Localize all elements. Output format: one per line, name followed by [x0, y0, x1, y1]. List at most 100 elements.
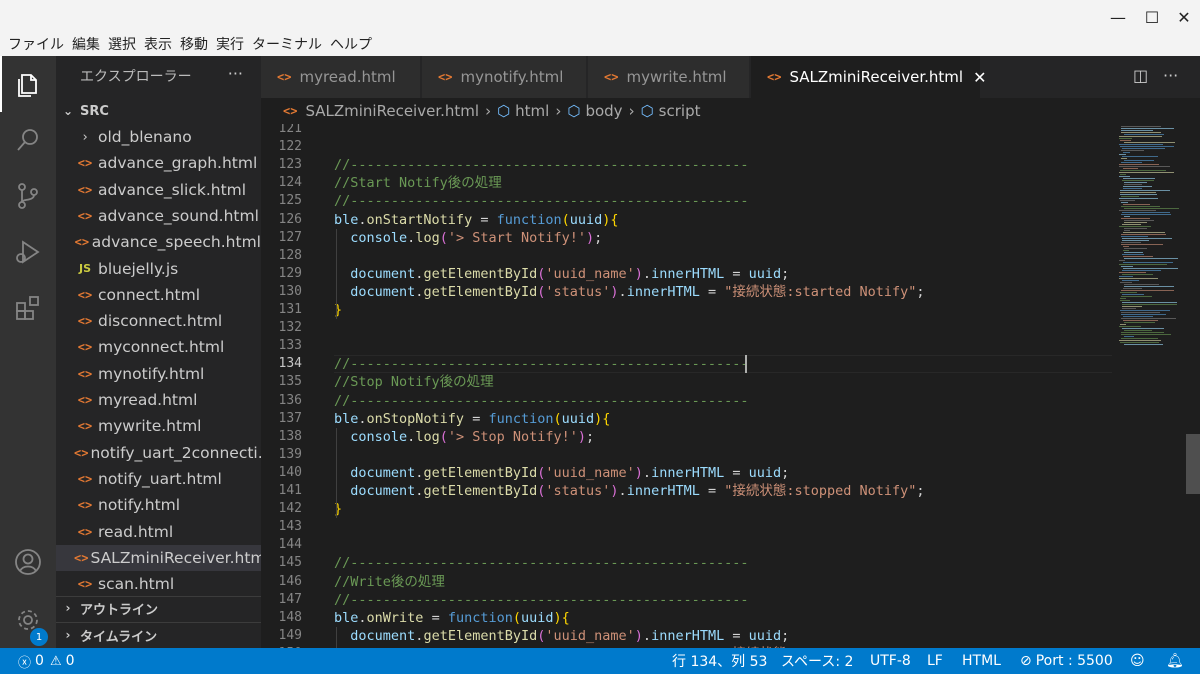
minimap-line	[1124, 284, 1159, 285]
code-token: getElementById	[423, 483, 538, 499]
menu-run[interactable]: 実行	[212, 34, 248, 56]
file-item[interactable]: <> myread.html	[56, 387, 261, 413]
js-file-icon: JS	[78, 262, 91, 275]
file-item[interactable]: <> read.html	[56, 519, 261, 545]
file-item[interactable]: <> mywrite.html	[56, 413, 261, 439]
html-file-icon: <>	[77, 498, 93, 513]
file-item[interactable]: <> advance_slick.html	[56, 177, 261, 203]
html-file-icon: <>	[77, 287, 93, 302]
minimap[interactable]	[1117, 124, 1187, 364]
maximize-button[interactable]: ☐	[1140, 6, 1164, 28]
minimap-line	[1120, 298, 1126, 299]
file-item[interactable]: <> SALZminiReceiver.html	[56, 544, 261, 571]
tab-myread[interactable]: <> myread.html	[261, 56, 421, 98]
minimap-line	[1120, 170, 1166, 171]
minimap-line	[1124, 230, 1130, 231]
file-item[interactable]: <> connect.html	[56, 282, 261, 308]
line-number: 146	[278, 573, 302, 589]
breadcrumb-body[interactable]: body	[585, 102, 622, 120]
breadcrumb-html[interactable]: html	[515, 102, 549, 120]
html-file-icon: <>	[77, 366, 93, 381]
outline-section-header[interactable]: › アウトライン	[56, 597, 261, 619]
tab-salzminireceiver[interactable]: <> SALZminiReceiver.html ✕	[751, 56, 986, 98]
file-item[interactable]: JS bluejelly.js	[56, 256, 261, 282]
manage-button[interactable]: 1	[0, 592, 56, 648]
tab-mywrite[interactable]: <> mywrite.html	[588, 56, 750, 98]
menu-selection[interactable]: 選択	[104, 34, 140, 56]
code-token: innerHTML	[651, 265, 725, 282]
close-tab-icon[interactable]: ✕	[973, 68, 986, 87]
minimap-line	[1120, 324, 1126, 325]
minimap-line	[1121, 314, 1166, 315]
breadcrumb-script[interactable]: script	[659, 102, 701, 120]
tab-label: mynotify.html	[460, 68, 564, 86]
breadcrumb-file[interactable]: SALZminiReceiver.html	[305, 102, 479, 120]
file-item[interactable]: <> mynotify.html	[56, 361, 261, 387]
menu-view[interactable]: 表示	[140, 34, 176, 56]
code-token: innerHTML	[651, 464, 725, 481]
minimap-line	[1124, 220, 1154, 221]
file-item[interactable]: <> disconnect.html	[56, 308, 261, 334]
line-number: 133	[278, 338, 302, 354]
html-file-icon: <>	[77, 182, 93, 197]
minimize-button[interactable]: —	[1106, 6, 1130, 28]
account-button[interactable]	[0, 534, 56, 590]
code-editor[interactable]: 121 122 123 124 125 126 127 128 129 130 131 132 133 1…	[261, 124, 1200, 648]
minimap-line	[1122, 240, 1149, 241]
menu-file[interactable]: ファイル	[4, 34, 68, 56]
file-item[interactable]: <> myconnect.html	[56, 334, 261, 360]
html-file-icon: <>	[77, 419, 93, 434]
source-control-button[interactable]	[0, 168, 56, 224]
minimap-line	[1121, 234, 1166, 235]
minimap-line	[1123, 256, 1153, 257]
language-mode[interactable]: HTML	[962, 648, 1001, 674]
folder-src-header[interactable]: ⌄ SRC	[56, 100, 261, 122]
file-item[interactable]: <> notify_uart.html	[56, 466, 261, 492]
search-button[interactable]	[0, 112, 56, 168]
code-token: uuid	[561, 410, 595, 427]
vertical-scrollbar[interactable]	[1186, 124, 1200, 648]
html-file-icon: <>	[74, 445, 89, 460]
minimap-line	[1124, 322, 1155, 323]
file-name: advance_graph.html	[98, 154, 258, 173]
feedback-button[interactable]: ☺	[1130, 648, 1145, 674]
file-item[interactable]: <> scan.html	[56, 571, 261, 597]
cursor-position[interactable]: 行 134、列 53	[672, 648, 767, 674]
file-name: mynotify.html	[98, 364, 205, 383]
more-actions-icon[interactable]: ···	[1163, 66, 1178, 85]
indentation[interactable]: スペース: 2	[781, 648, 853, 674]
minimap-line	[1123, 232, 1165, 233]
code-token: .	[358, 609, 367, 626]
code-token: getElementById	[423, 464, 538, 481]
chevron-down-icon: ⌄	[62, 104, 74, 118]
menu-edit[interactable]: 編集	[68, 34, 104, 56]
code-token: =	[464, 410, 489, 427]
split-editor-icon[interactable]: ◫	[1133, 66, 1148, 85]
explorer-button[interactable]	[0, 56, 56, 112]
html-file-icon: <>	[74, 235, 90, 250]
file-item[interactable]: <> notify.html	[56, 492, 261, 518]
menu-terminal[interactable]: ターミナル	[248, 34, 326, 56]
scrollbar-thumb[interactable]	[1186, 434, 1200, 494]
more-actions-icon[interactable]: ···	[228, 64, 243, 83]
tab-mynotify[interactable]: <> mynotify.html	[422, 56, 587, 98]
problems-indicator[interactable]: ⓧ 0 ⚠ 0	[18, 648, 75, 674]
file-item[interactable]: <> advance_speech.html	[56, 229, 261, 255]
file-item[interactable]: › old_blenano	[56, 124, 261, 150]
file-item[interactable]: <> advance_graph.html	[56, 150, 261, 176]
close-window-button[interactable]: ✕	[1172, 6, 1196, 28]
menu-go[interactable]: 移動	[176, 34, 212, 56]
notifications-button[interactable]: 🔔︎	[1166, 648, 1184, 674]
code-token: 'uuid_name'	[545, 265, 635, 282]
code-token: =	[472, 211, 497, 228]
file-item[interactable]: <> advance_sound.html	[56, 203, 261, 229]
minimap-line	[1119, 136, 1162, 137]
file-item[interactable]: <> notify_uart_2connecti...	[56, 440, 261, 466]
timeline-section-header[interactable]: › タイムライン	[56, 624, 261, 646]
encoding[interactable]: UTF-8	[870, 648, 911, 674]
extensions-button[interactable]	[0, 280, 56, 336]
menu-help[interactable]: ヘルプ	[326, 34, 376, 56]
run-debug-button[interactable]	[0, 224, 56, 280]
end-of-line[interactable]: LF	[927, 648, 943, 674]
live-server-port[interactable]: ⊘ Port : 5500	[1020, 648, 1113, 674]
